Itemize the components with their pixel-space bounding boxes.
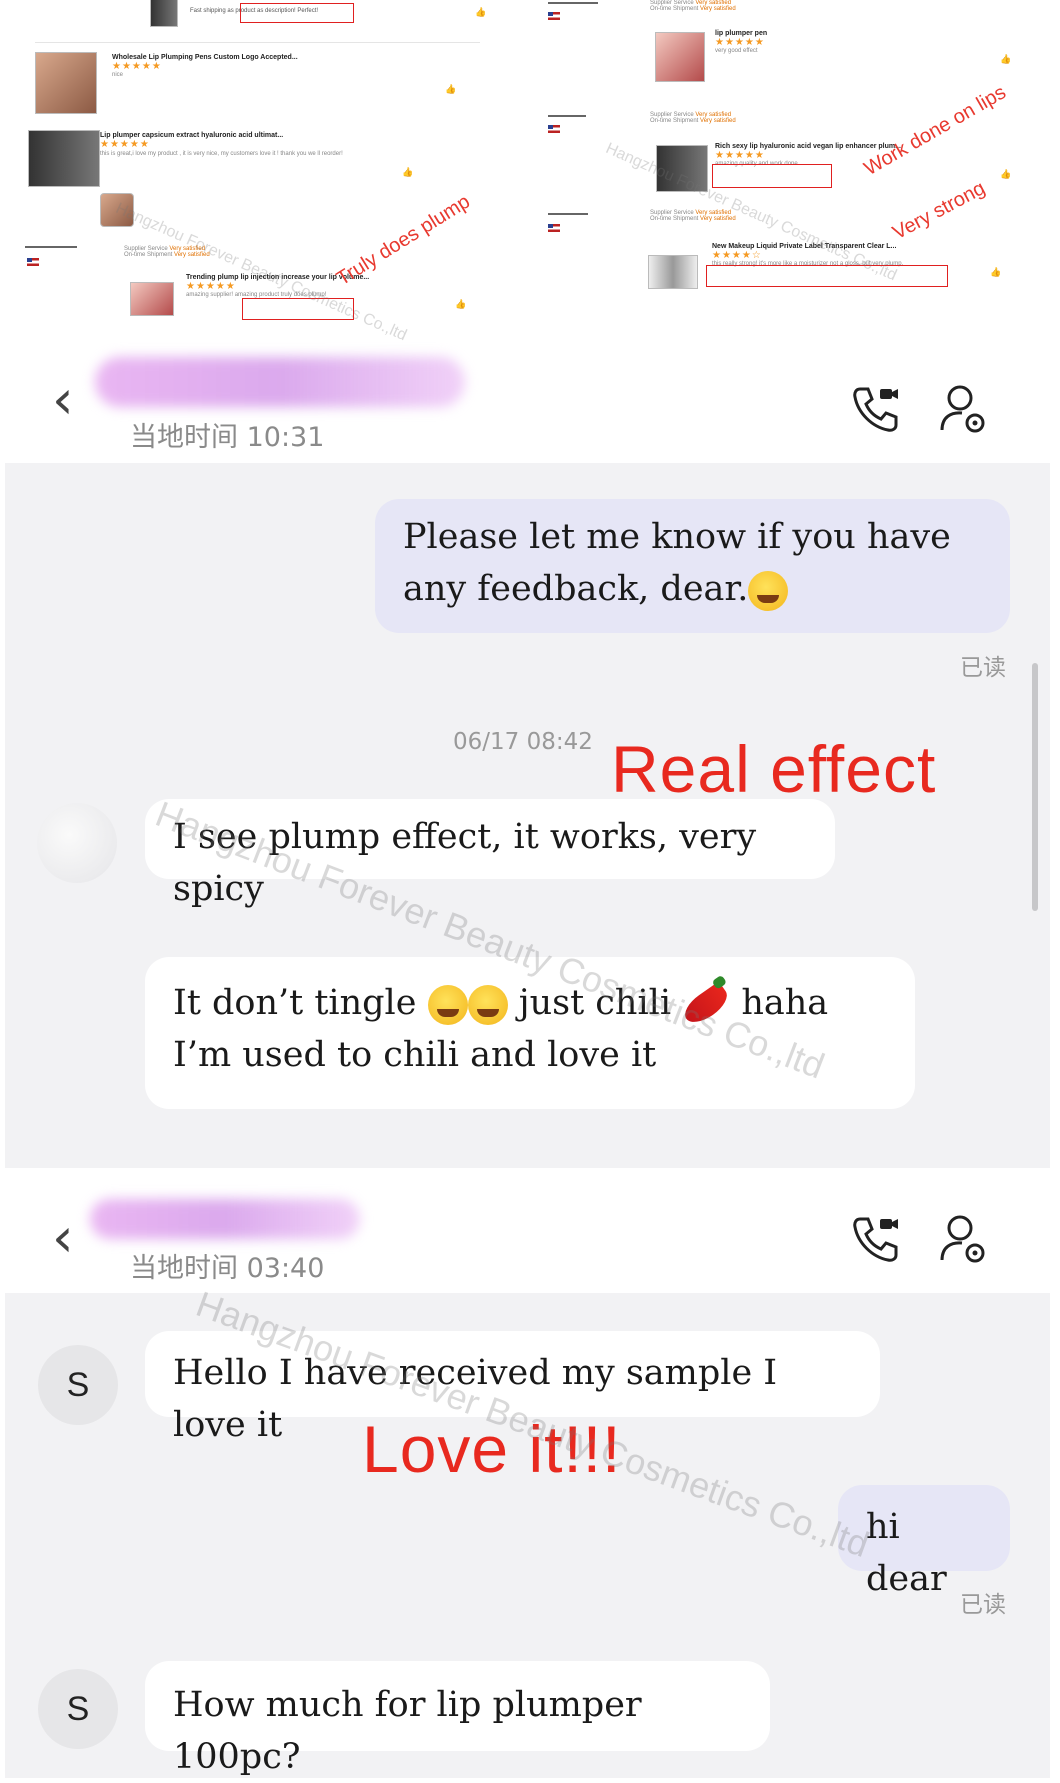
rofl-emoji	[427, 984, 468, 1025]
flag-icon	[27, 258, 39, 266]
contact-name-redacted	[90, 1199, 360, 1239]
review-stars: ★★★★★	[100, 139, 150, 150]
supplier-ratings: Supplier Service Very satisfied On-time …	[650, 112, 736, 124]
chevron-left-icon[interactable]: ‹	[52, 373, 74, 427]
video-call-icon[interactable]	[850, 1213, 902, 1265]
local-time: 当地时间 10:31	[130, 422, 325, 453]
supplier-ratings: Supplier Service Very satisfied On-time …	[124, 246, 210, 258]
read-status: 已读	[960, 1592, 1006, 1618]
message-timestamp: 06/17 08:42	[453, 729, 593, 755]
user-settings-icon[interactable]	[938, 1213, 990, 1265]
thumbs-up-icon: 👍	[445, 85, 457, 95]
thumbs-up-icon: 👍	[1000, 170, 1012, 180]
message-text: How much for lip plumper 100pc?	[173, 1685, 642, 1777]
thumbs-up-icon: 👍	[1000, 55, 1012, 65]
review-text: very good effect	[715, 48, 758, 54]
message-bubble-incoming: How much for lip plumper 100pc?	[145, 1661, 770, 1777]
message-bubble-incoming: Hello I have received my sample I love i…	[145, 1331, 880, 1445]
shipment-rating: Very satisfied	[700, 118, 736, 124]
thumbs-up-icon: 👍	[990, 268, 1002, 278]
message-bubble-incoming: I see plump effect, it works, very spicy	[145, 799, 835, 909]
review-title: New Makeup Liquid Private Label Transpar…	[712, 243, 897, 250]
shipment-label: On-time Shipment	[650, 6, 699, 12]
video-call-icon[interactable]	[850, 383, 902, 435]
review-stars: ★★★★☆	[712, 250, 762, 261]
highlight-box	[242, 298, 354, 320]
message-text: I see plump effect, it works, very spicy	[173, 817, 757, 909]
review-text: this is great,i love my product , it is …	[100, 151, 343, 157]
thumbs-up-icon: 👍	[402, 168, 414, 178]
annotation-very-strong: Very strong	[889, 177, 989, 245]
message-text: Please let me know if you have any feedb…	[403, 517, 951, 609]
review-title: Lip plumper capsicum extract hyaluronic …	[100, 132, 284, 139]
chili-pepper-emoji	[679, 980, 733, 1029]
product-thumbnail	[130, 282, 174, 316]
supplier-ratings: Supplier Service Very satisfied On-time …	[650, 210, 736, 222]
avatar[interactable]: S	[38, 1345, 118, 1425]
rofl-emoji	[467, 984, 508, 1025]
divider	[548, 213, 588, 215]
thumbs-up-icon: 👍	[475, 8, 487, 18]
product-thumbnail	[28, 130, 100, 187]
review-item: lip plumper pen ★★★★★ very good effect	[715, 30, 767, 54]
shipment-rating: Very satisfied	[700, 216, 736, 222]
divider	[25, 246, 77, 248]
flag-icon	[548, 12, 560, 20]
avatar[interactable]	[37, 803, 117, 883]
message-text: hi dear	[866, 1507, 947, 1599]
user-settings-icon[interactable]	[938, 383, 990, 435]
review-stars: ★★★★★	[715, 37, 765, 48]
supplier-ratings: Supplier Service Very satisfied On-time …	[650, 0, 736, 12]
annotation-truly-does-plump: Truly does plump	[332, 190, 474, 291]
message-bubble-outgoing: hi dear	[838, 1485, 1010, 1599]
shipment-rating: Very satisfied	[700, 6, 736, 12]
reviewer-photo	[100, 193, 134, 227]
shipment-label: On-time Shipment	[124, 252, 173, 258]
review-item: New Makeup Liquid Private Label Transpar…	[712, 243, 903, 267]
annotation-real-effect: Real effect	[611, 732, 937, 806]
message-text: just chili	[518, 983, 672, 1023]
divider	[548, 115, 586, 117]
shipment-label: On-time Shipment	[650, 118, 699, 124]
highlight-box	[706, 265, 948, 287]
scrollbar[interactable]	[1032, 663, 1038, 911]
grinning-face-emoji	[748, 570, 789, 611]
message-bubble-incoming: It don’t tingle just chili haha I’m used…	[145, 957, 915, 1109]
highlight-box	[712, 164, 832, 188]
annotation-work-done-on-lips: Work done on lips	[860, 81, 1010, 181]
chevron-left-icon[interactable]: ‹	[52, 1211, 74, 1265]
thumbs-up-icon: 👍	[455, 300, 467, 310]
avatar[interactable]: S	[38, 1669, 118, 1749]
shipment-rating: Very satisfied	[174, 252, 210, 258]
review-collage: ★★★★★ Fast shipping as product as descri…	[0, 0, 1060, 345]
highlight-box	[240, 3, 354, 23]
product-thumbnail	[655, 32, 705, 82]
review-item: Wholesale Lip Plumping Pens Custom Logo …	[112, 54, 298, 78]
contact-name-redacted	[95, 357, 465, 407]
review-stars: ★★★★★	[112, 61, 162, 72]
product-thumbnail	[656, 145, 708, 192]
flag-icon	[548, 224, 560, 232]
divider	[548, 2, 598, 4]
review-item: Lip plumper capsicum extract hyaluronic …	[100, 132, 370, 159]
local-time: 当地时间 03:40	[130, 1253, 325, 1284]
product-thumbnail	[35, 52, 97, 114]
review-text: nice	[112, 72, 124, 78]
review-title: Rich sexy lip hyaluronic acid vegan lip …	[715, 143, 901, 150]
flag-icon	[548, 125, 560, 133]
chat-header: ‹ 当地时间 03:40	[0, 1193, 1060, 1293]
message-text: It don’t tingle	[173, 983, 417, 1023]
review-title: Wholesale Lip Plumping Pens Custom Logo …	[112, 54, 298, 61]
review-title: lip plumper pen	[715, 30, 768, 37]
chat-messages-area[interactable]: S Hello I have received my sample I love…	[5, 1283, 1050, 1778]
product-thumbnail	[648, 255, 698, 289]
annotation-love-it: Love it!!!	[362, 1412, 622, 1486]
product-thumbnail	[150, 0, 178, 27]
chat-header: ‹ 当地时间 10:31	[0, 345, 1060, 463]
divider	[35, 42, 480, 43]
chat-messages-area[interactable]: Please let me know if you have any feedb…	[5, 463, 1050, 1168]
read-status: 已读	[960, 655, 1006, 681]
shipment-label: On-time Shipment	[650, 216, 699, 222]
message-bubble-outgoing: Please let me know if you have any feedb…	[375, 499, 1010, 633]
